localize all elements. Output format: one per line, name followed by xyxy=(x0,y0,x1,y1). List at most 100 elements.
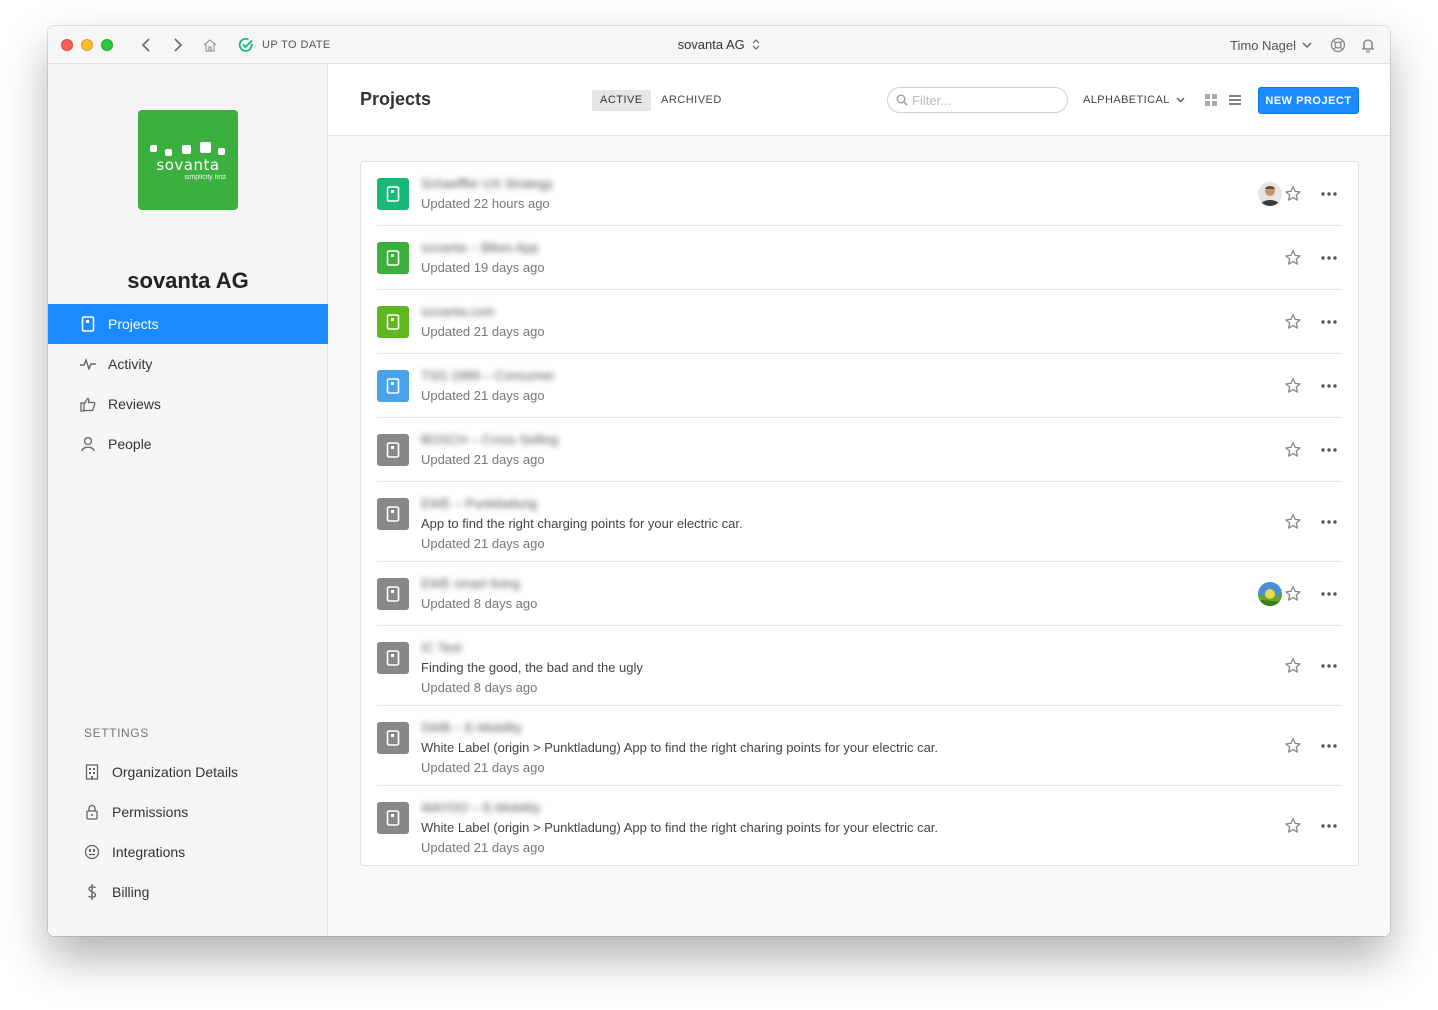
sort-label: ALPHABETICAL xyxy=(1083,94,1170,106)
star-icon[interactable] xyxy=(1284,185,1302,203)
home-icon[interactable] xyxy=(200,35,220,55)
projects-header: Projects ACTIVE ARCHIVED ALPHABETICAL NE… xyxy=(328,64,1390,136)
star-icon[interactable] xyxy=(1284,313,1302,331)
project-row[interactable]: sovanta – Bikes App Updated 19 days ago xyxy=(377,226,1342,290)
project-row[interactable]: Schaeffler UX Strategy Updated 22 hours … xyxy=(377,162,1342,226)
page-title: Projects xyxy=(360,89,432,109)
sidebar-item-label: Projects xyxy=(108,316,159,332)
avatar xyxy=(1258,582,1282,606)
project-updated: Updated 21 days ago xyxy=(421,452,545,467)
settings-heading: SETTINGS xyxy=(84,726,149,740)
project-row[interactable]: TSG 1899 – Consumer Updated 21 days ago xyxy=(377,354,1342,418)
project-name[interactable]: SWB – E-Mobility xyxy=(421,720,522,735)
org-logo: sovanta simplicity first xyxy=(138,110,238,210)
sidebar-item-billing[interactable]: Billing xyxy=(48,872,328,912)
project-name[interactable]: BOSCH – Cross Selling xyxy=(421,432,558,447)
project-row[interactable]: SWB – E-Mobility White Label (origin > P… xyxy=(377,706,1342,786)
sidebar-item-activity[interactable]: Activity xyxy=(48,344,328,384)
back-icon[interactable] xyxy=(136,35,156,55)
project-row[interactable]: EWE smart living Updated 8 days ago xyxy=(377,562,1342,626)
bell-icon[interactable] xyxy=(1358,35,1378,55)
tab-active[interactable]: ACTIVE xyxy=(592,90,651,111)
more-options-icon[interactable] xyxy=(1320,377,1338,395)
more-options-icon[interactable] xyxy=(1320,441,1338,459)
project-name[interactable]: IC Test xyxy=(421,640,461,655)
project-updated: Updated 21 days ago xyxy=(421,840,545,855)
project-name[interactable]: EWE – Punktladung xyxy=(421,496,537,511)
sync-check-icon xyxy=(236,35,256,55)
list-view-icon[interactable] xyxy=(1228,93,1242,112)
project-name[interactable]: EWE smart living xyxy=(421,576,520,591)
sidebar-nav: Projects Activity Reviews People xyxy=(48,304,328,464)
more-options-icon[interactable] xyxy=(1320,185,1338,203)
sort-dropdown[interactable]: ALPHABETICAL xyxy=(1083,94,1185,106)
project-name[interactable]: TSG 1899 – Consumer xyxy=(421,368,555,383)
sidebar-item-label: Billing xyxy=(112,884,150,900)
sidebar-item-projects[interactable]: Projects xyxy=(48,304,328,344)
sidebar-item-label: Integrations xyxy=(112,844,186,860)
project-updated: Updated 21 days ago xyxy=(421,324,545,339)
project-row[interactable]: sovanta.com Updated 21 days ago xyxy=(377,290,1342,354)
sidebar-item-permissions[interactable]: Permissions xyxy=(48,792,328,832)
filter-field[interactable] xyxy=(887,87,1068,113)
tab-archived[interactable]: ARCHIVED xyxy=(653,90,730,111)
project-description: App to find the right charging points fo… xyxy=(421,516,743,531)
close-window-button[interactable] xyxy=(61,39,73,51)
pulse-icon xyxy=(80,356,96,372)
star-icon[interactable] xyxy=(1284,377,1302,395)
new-project-button[interactable]: NEW PROJECT xyxy=(1258,87,1359,114)
project-row[interactable]: WAYDO – E-Mobility White Label (origin >… xyxy=(377,786,1342,866)
project-row[interactable]: BOSCH – Cross Selling Updated 21 days ag… xyxy=(377,418,1342,482)
sidebar-item-label: Reviews xyxy=(108,396,161,412)
project-updated: Updated 21 days ago xyxy=(421,760,545,775)
project-description: Finding the good, the bad and the ugly xyxy=(421,660,643,675)
project-updated: Updated 8 days ago xyxy=(421,596,538,611)
sidebar-item-label: People xyxy=(108,436,152,452)
thumbs-up-icon xyxy=(80,396,96,412)
more-options-icon[interactable] xyxy=(1320,313,1338,331)
project-name[interactable]: sovanta – Bikes App xyxy=(421,240,539,255)
project-name[interactable]: WAYDO – E-Mobility xyxy=(421,800,540,815)
project-row[interactable]: IC Test Finding the good, the bad and th… xyxy=(377,626,1342,706)
more-options-icon[interactable] xyxy=(1320,513,1338,531)
more-options-icon[interactable] xyxy=(1320,657,1338,675)
org-switcher-label[interactable]: sovanta AG xyxy=(678,37,745,52)
star-icon[interactable] xyxy=(1284,249,1302,267)
project-name[interactable]: Schaeffler UX Strategy xyxy=(421,176,553,191)
more-options-icon[interactable] xyxy=(1320,817,1338,835)
grid-view-icon[interactable] xyxy=(1204,93,1218,112)
star-icon[interactable] xyxy=(1284,441,1302,459)
updown-icon[interactable] xyxy=(752,38,760,54)
zoom-window-button[interactable] xyxy=(101,39,113,51)
main-content: Projects ACTIVE ARCHIVED ALPHABETICAL NE… xyxy=(328,64,1390,936)
sidebar-item-label: Permissions xyxy=(112,804,189,820)
help-icon[interactable] xyxy=(1328,35,1348,55)
filter-input[interactable] xyxy=(912,92,1052,108)
star-icon[interactable] xyxy=(1284,513,1302,531)
project-name[interactable]: sovanta.com xyxy=(421,304,495,319)
sidebar-item-people[interactable]: People xyxy=(48,424,328,464)
more-options-icon[interactable] xyxy=(1320,737,1338,755)
project-row[interactable]: EWE – Punktladung App to find the right … xyxy=(377,482,1342,562)
project-icon xyxy=(377,642,409,674)
more-options-icon[interactable] xyxy=(1320,585,1338,603)
minimize-window-button[interactable] xyxy=(81,39,93,51)
star-icon[interactable] xyxy=(1284,657,1302,675)
project-updated: Updated 21 days ago xyxy=(421,388,545,403)
sidebar: sovanta simplicity first sovanta AG Proj… xyxy=(48,64,328,936)
project-icon xyxy=(377,722,409,754)
sidebar-item-reviews[interactable]: Reviews xyxy=(48,384,328,424)
star-icon[interactable] xyxy=(1284,817,1302,835)
sidebar-item-label: Activity xyxy=(108,356,153,372)
sidebar-item-organization-details[interactable]: Organization Details xyxy=(48,752,328,792)
more-options-icon[interactable] xyxy=(1320,249,1338,267)
project-updated: Updated 21 days ago xyxy=(421,536,545,551)
chevron-down-icon xyxy=(1176,97,1185,103)
star-icon[interactable] xyxy=(1284,737,1302,755)
building-icon xyxy=(84,764,100,780)
project-description: White Label (origin > Punktladung) App t… xyxy=(421,740,939,755)
forward-icon[interactable] xyxy=(168,35,188,55)
user-menu[interactable]: Timo Nagel xyxy=(1230,38,1312,53)
sidebar-item-integrations[interactable]: Integrations xyxy=(48,832,328,872)
star-icon[interactable] xyxy=(1284,585,1302,603)
